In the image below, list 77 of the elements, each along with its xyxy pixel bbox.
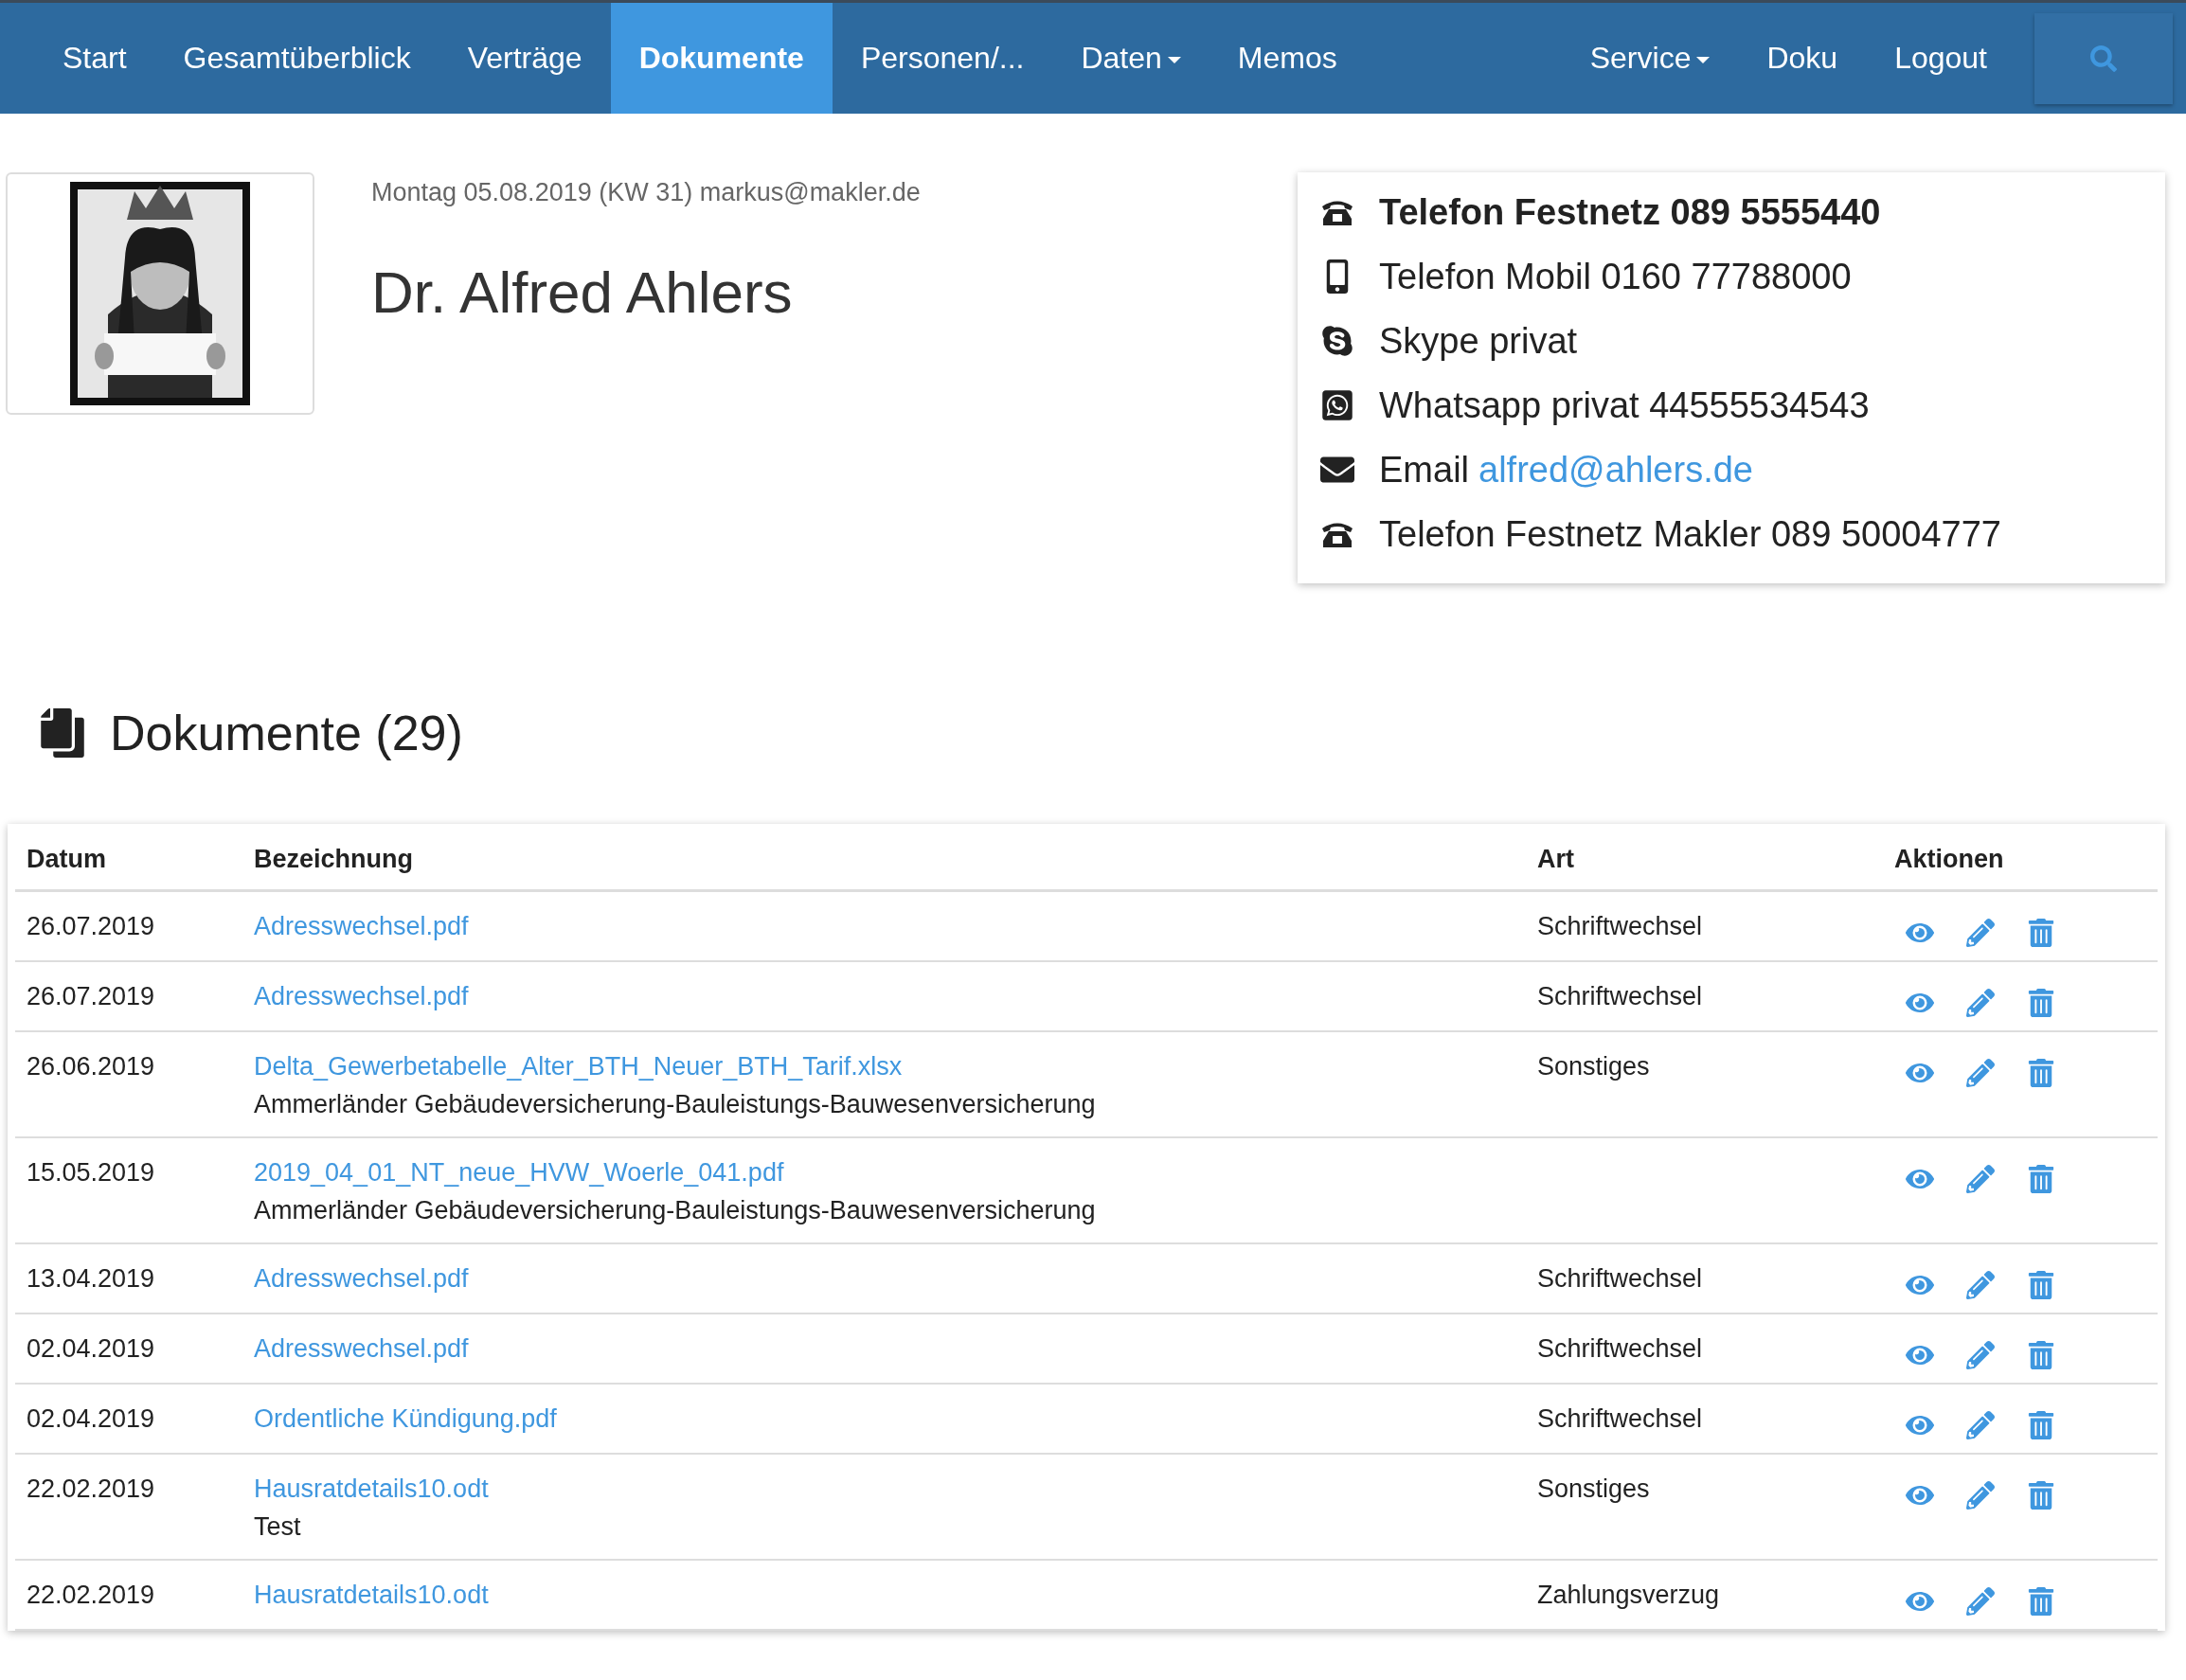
nav-link[interactable]: Verträge [439,3,611,114]
column-header: Bezeichnung [242,824,1526,891]
nav-link[interactable]: Doku [1738,3,1867,114]
type-cell: Zahlungsverzug [1537,1581,1720,1609]
delete-button[interactable] [2027,1059,2055,1087]
edit-button[interactable] [1966,989,1995,1017]
delete-button[interactable] [2027,1587,2055,1616]
date-and-user: Montag 05.08.2019 (KW 31) markus@makler.de [371,178,922,207]
document-description: Ammerländer Gebäudeversicherung-Bauleistungs-Bauwesenversicherung [254,1195,1097,1226]
document-link[interactable]: Adresswechsel.pdf [254,912,469,940]
person-name: Dr. Alfred Ahlers [371,259,794,326]
contact-text: Telefon Mobil 0160 77788000 [1379,256,1852,297]
contact-text: Telefon Festnetz Makler 089 50004777 [1379,513,2001,555]
document-link[interactable]: Hausratdetails10.odt [254,1581,489,1609]
document-description: Test [254,1511,302,1543]
caret-icon [1696,57,1711,63]
contact-text: Whatsapp privat 44555534543 [1379,384,1870,426]
column-header: Aktionen [1883,824,2158,891]
contact-text: Email [1379,449,1470,491]
document-link[interactable]: 2019_04_01_NT_neue_HVW_Woerle_041.pdf [254,1158,784,1187]
delete-button[interactable] [2027,1165,2055,1193]
nav-link[interactable]: Gesamtüberblick [154,3,439,114]
type-cell: Schriftwechsel [1537,912,1703,940]
date-cell: 22.02.2019 [15,1560,242,1630]
delete-button[interactable] [2027,1341,2055,1369]
type-cell: Sonstiges [1537,1474,1650,1503]
document-link[interactable]: Delta_Gewerbetabelle_Alter_BTH_Neuer_BTH_Tarif.xlsx [254,1052,903,1081]
edit-button[interactable] [1966,1165,1995,1193]
edit-button[interactable] [1966,1587,1995,1616]
nav-link[interactable]: Personen/... [832,3,1053,114]
nav-link[interactable]: Memos [1209,3,1366,114]
edit-button[interactable] [1966,1271,1995,1299]
delete-button[interactable] [2027,919,2055,947]
edit-button[interactable] [1966,1481,1995,1510]
search-icon [2090,45,2117,72]
type-cell: Schriftwechsel [1537,1404,1703,1433]
contact-text: Skype privat [1379,320,1578,362]
delete-button[interactable] [2027,989,2055,1017]
type-cell: Schriftwechsel [1537,1264,1703,1293]
documents-icon [38,708,87,758]
date-cell: 13.04.2019 [15,1243,242,1314]
date-cell: 02.04.2019 [15,1314,242,1384]
nav-link[interactable]: Start [34,3,155,114]
edit-button[interactable] [1966,1341,1995,1369]
nav-link[interactable]: Service [1561,3,1739,114]
column-header: Art [1526,824,1883,891]
section-title: Dokumente (29) [110,705,463,761]
document-link[interactable]: Adresswechsel.pdf [254,982,469,1010]
email-link[interactable]: alfred@ahlers.de [1478,449,1753,491]
document-link[interactable]: Ordentliche Kündigung.pdf [254,1404,557,1433]
document-link[interactable]: Hausratdetails10.odt [254,1474,489,1503]
document-description: Ammerländer Gebäudeversicherung-Bauleistungs-Bauwesenversicherung [254,1089,1097,1120]
nav-link[interactable]: Dokumente [610,3,833,114]
nav-link[interactable]: Daten [1052,3,1209,114]
nav-link[interactable]: Logout [1866,3,2016,114]
edit-button[interactable] [1966,1059,1995,1087]
skype-icon [1320,324,1354,358]
date-cell: 26.07.2019 [15,961,242,1031]
date-cell: 15.05.2019 [15,1137,242,1243]
type-cell: Schriftwechsel [1537,1334,1703,1363]
caret-icon [1167,57,1181,63]
delete-button[interactable] [2027,1411,2055,1439]
date-cell: 22.02.2019 [15,1454,242,1560]
delete-button[interactable] [2027,1271,2055,1299]
date-cell: 02.04.2019 [15,1384,242,1454]
date-cell: 26.06.2019 [15,1031,242,1137]
whatsapp-icon [1320,388,1354,422]
edit-button[interactable] [1966,1411,1995,1439]
type-cell: Schriftwechsel [1537,982,1703,1010]
column-header: Datum [15,824,242,891]
edit-button[interactable] [1966,919,1995,947]
date-cell: 26.07.2019 [15,890,242,961]
delete-button[interactable] [2027,1481,2055,1510]
contact-text: Telefon Festnetz 089 5555440 [1379,191,1881,233]
document-link[interactable]: Adresswechsel.pdf [254,1264,469,1293]
type-cell: Sonstiges [1537,1052,1650,1081]
document-link[interactable]: Adresswechsel.pdf [254,1334,469,1363]
